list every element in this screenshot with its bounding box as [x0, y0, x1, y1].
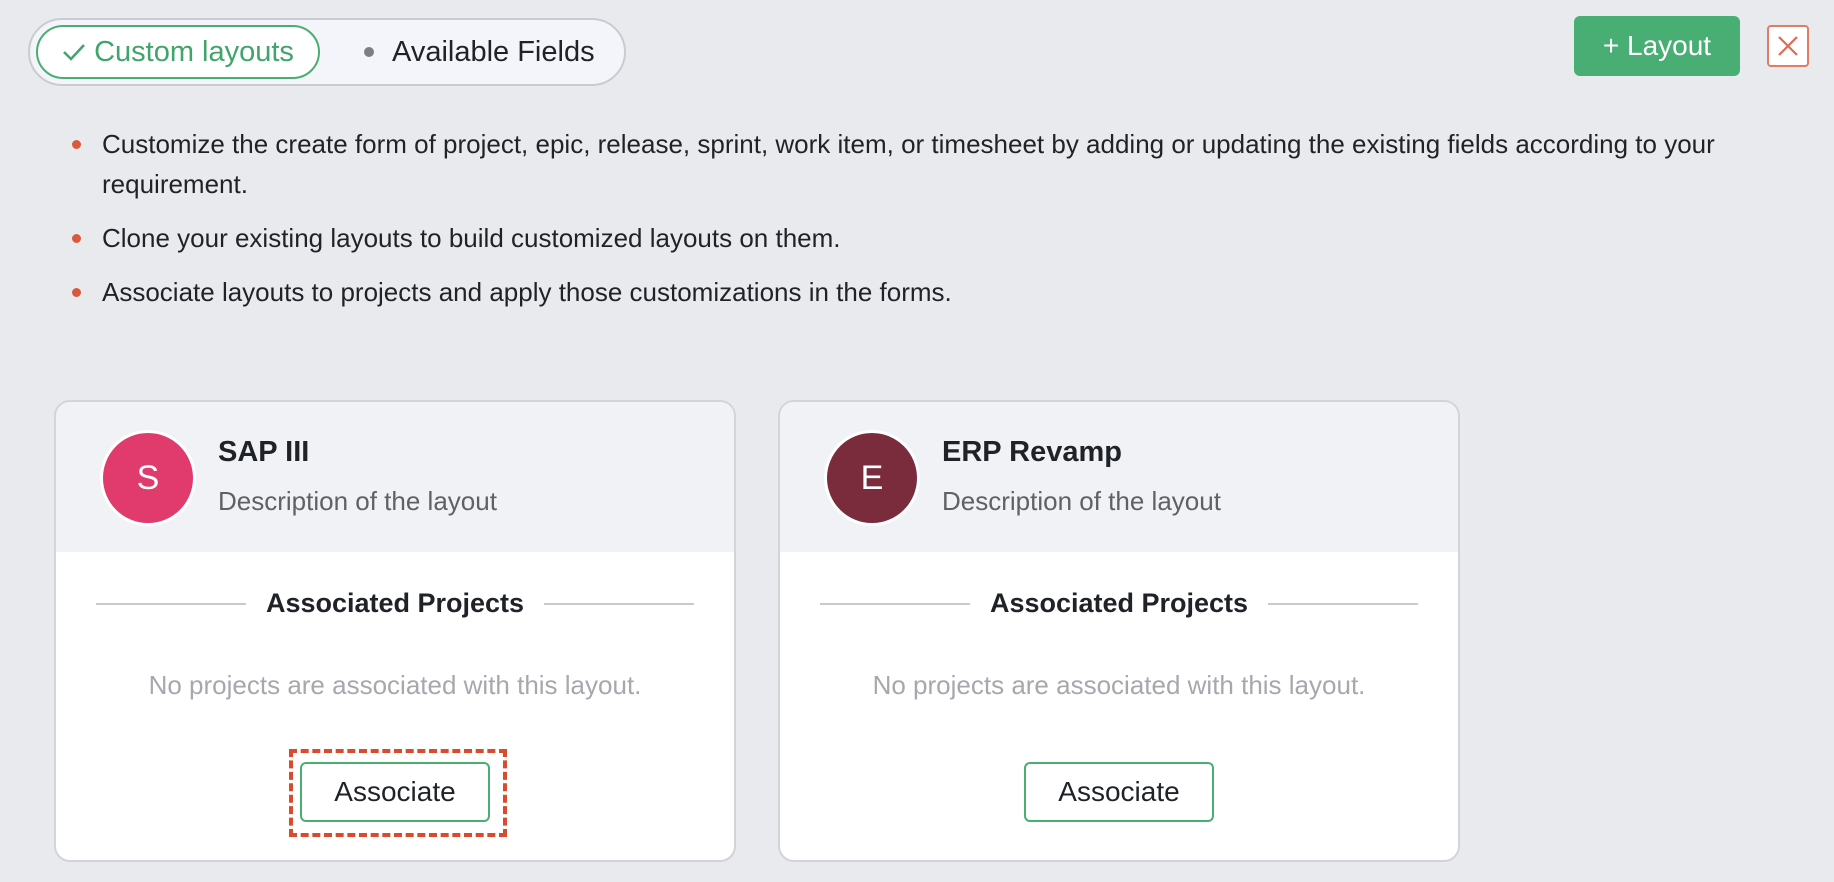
info-item: Clone your existing layouts to build cus… — [70, 218, 1810, 258]
add-layout-button[interactable]: + Layout — [1574, 16, 1740, 76]
info-list: Customize the create form of project, ep… — [70, 124, 1810, 326]
layout-view-toggle: Custom layouts Available Fields — [28, 18, 626, 86]
associated-projects-label: Associated Projects — [989, 588, 1249, 618]
avatar: S — [100, 430, 196, 526]
divider — [820, 602, 970, 605]
info-item: Customize the create form of project, ep… — [70, 124, 1810, 204]
tab-available-fields[interactable]: Available Fields — [364, 25, 595, 79]
close-button[interactable] — [1767, 25, 1809, 67]
avatar-initial: S — [136, 458, 160, 497]
tab-custom-layouts-label: Custom layouts — [94, 35, 294, 68]
divider — [96, 602, 246, 605]
avatar-initial: E — [860, 458, 884, 497]
layout-card-header: E ERP Revamp Description of the layout — [780, 402, 1458, 552]
associated-projects-label: Associated Projects — [265, 588, 525, 618]
tab-custom-layouts[interactable]: Custom layouts — [36, 25, 320, 79]
avatar: E — [824, 430, 920, 526]
layout-card: E ERP Revamp Description of the layout A… — [778, 400, 1460, 862]
empty-projects-message: No projects are associated with this lay… — [872, 670, 1366, 700]
close-icon — [1778, 36, 1798, 56]
layout-title[interactable]: SAP III — [218, 436, 309, 469]
empty-projects-message: No projects are associated with this lay… — [148, 670, 642, 700]
check-icon — [63, 44, 85, 61]
layout-card-header: S SAP III Description of the layout — [56, 402, 734, 552]
tab-available-fields-label: Available Fields — [392, 35, 595, 68]
layout-description: Description of the layout — [942, 486, 1221, 516]
divider — [1268, 602, 1419, 605]
associate-button[interactable]: Associate — [1024, 762, 1214, 822]
associated-projects-heading: Associated Projects — [96, 588, 695, 619]
info-item: Associate layouts to projects and apply … — [70, 272, 1810, 312]
dot-icon — [364, 47, 374, 57]
layout-title[interactable]: ERP Revamp — [942, 436, 1122, 469]
divider — [544, 602, 695, 605]
layout-description: Description of the layout — [218, 486, 497, 516]
associated-projects-heading: Associated Projects — [820, 588, 1419, 619]
focus-highlight — [289, 749, 507, 837]
